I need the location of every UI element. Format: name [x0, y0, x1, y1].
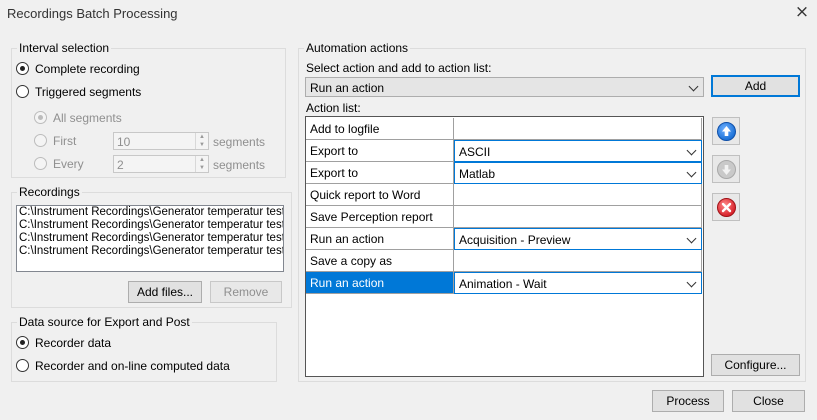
all-segments-radio[interactable] — [34, 111, 47, 124]
parameter-cell[interactable] — [454, 118, 702, 140]
remove-button[interactable]: Remove — [210, 281, 282, 303]
action-select[interactable]: Run an action — [305, 77, 704, 97]
action-cell[interactable]: Export to — [306, 140, 454, 162]
stepper-down-icon[interactable]: ▼ — [196, 164, 208, 172]
recordings-label: Recordings — [17, 185, 82, 199]
delete-action-button[interactable] — [712, 193, 740, 221]
action-cell[interactable]: Export to — [306, 162, 454, 184]
action-cell[interactable]: Save a copy as — [306, 250, 454, 272]
action-cell[interactable]: Run an action — [306, 228, 454, 250]
action-list-label: Action list: — [306, 101, 361, 115]
first-radio[interactable] — [34, 134, 47, 147]
stepper-up-icon[interactable]: ▲ — [196, 156, 208, 164]
stepper-down-icon[interactable]: ▼ — [196, 141, 208, 149]
data-source-label: Data source for Export and Post — [17, 315, 192, 329]
action-cell[interactable]: Run an action — [306, 272, 454, 294]
interval-selection-label: Interval selection — [17, 41, 112, 55]
parameter-dropdown[interactable]: Matlab — [454, 162, 702, 184]
recordings-listbox[interactable]: C:\Instrument Recordings\Generator tempe… — [16, 205, 284, 272]
chevron-down-icon[interactable] — [686, 145, 697, 156]
table-row[interactable]: Run an action Acquisition - Preview — [306, 228, 702, 250]
recorder-online-label[interactable]: Recorder and on-line computed data — [35, 359, 230, 373]
action-list-grid[interactable]: Add to logfile Export to ASCII Export to… — [305, 116, 704, 377]
parameter-cell[interactable] — [454, 250, 702, 272]
parameter-value: Animation - Wait — [459, 277, 547, 291]
parameter-dropdown[interactable]: Acquisition - Preview — [454, 228, 702, 250]
parameter-dropdown[interactable]: Animation - Wait — [454, 272, 702, 294]
recorder-data-label[interactable]: Recorder data — [35, 336, 111, 350]
arrow-down-icon — [717, 160, 736, 179]
table-row[interactable]: Export to Matlab — [306, 162, 702, 184]
chevron-down-icon[interactable] — [686, 167, 697, 178]
every-radio[interactable] — [34, 157, 47, 170]
parameter-value: Matlab — [459, 167, 496, 181]
recording-file-item[interactable]: C:\Instrument Recordings\Generator tempe… — [17, 232, 283, 245]
action-cell[interactable]: Quick report to Word — [306, 184, 454, 206]
window-title: Recordings Batch Processing — [7, 6, 178, 21]
recording-file-item[interactable]: C:\Instrument Recordings\Generator tempe… — [17, 245, 283, 258]
action-cell[interactable]: Save Perception report — [306, 206, 454, 228]
move-down-button[interactable] — [712, 155, 740, 183]
every-segments-unit: segments — [213, 158, 266, 172]
arrow-up-icon — [717, 122, 736, 141]
parameter-value: Acquisition - Preview — [459, 233, 571, 247]
process-button[interactable]: Process — [652, 390, 724, 412]
move-up-button[interactable] — [712, 117, 740, 145]
parameter-value: ASCII — [459, 145, 491, 159]
table-row[interactable]: Save Perception report — [306, 206, 702, 228]
first-segments-unit: segments — [213, 135, 266, 149]
table-row[interactable]: Add to logfile — [306, 118, 702, 140]
table-row-selected[interactable]: Run an action Animation - Wait — [306, 272, 702, 294]
complete-recording-label[interactable]: Complete recording — [35, 62, 140, 76]
automation-label: Automation actions — [304, 41, 411, 55]
triggered-segments-label[interactable]: Triggered segments — [35, 85, 141, 99]
recorder-online-radio[interactable] — [16, 359, 29, 372]
chevron-down-icon[interactable] — [686, 277, 697, 288]
parameter-cell[interactable] — [454, 206, 702, 228]
table-row[interactable]: Save a copy as — [306, 250, 702, 272]
every-count-value: 2 — [117, 158, 124, 172]
recorder-data-radio[interactable] — [16, 336, 29, 349]
action-select-value: Run an action — [310, 81, 385, 95]
add-button[interactable]: Add — [711, 75, 800, 97]
table-row[interactable]: Export to ASCII — [306, 140, 702, 162]
delete-x-icon — [717, 198, 736, 217]
first-count-value: 10 — [117, 135, 131, 149]
close-icon[interactable]: × — [793, 3, 811, 21]
data-source-group — [11, 322, 277, 382]
parameter-dropdown[interactable]: ASCII — [454, 140, 702, 162]
close-button[interactable]: Close — [732, 390, 805, 412]
first-label[interactable]: First — [53, 134, 76, 148]
complete-recording-radio[interactable] — [16, 62, 29, 75]
parameter-cell[interactable] — [454, 184, 702, 206]
all-segments-label[interactable]: All segments — [53, 111, 122, 125]
chevron-down-icon[interactable] — [686, 233, 697, 244]
recording-file-item[interactable]: C:\Instrument Recordings\Generator tempe… — [17, 206, 283, 219]
every-label[interactable]: Every — [53, 157, 84, 171]
table-row[interactable]: Quick report to Word — [306, 184, 702, 206]
every-count-stepper[interactable]: 2 ▲ ▼ — [113, 155, 209, 173]
configure-button[interactable]: Configure... — [711, 354, 800, 376]
chevron-down-icon — [688, 81, 699, 92]
stepper-up-icon[interactable]: ▲ — [196, 133, 208, 141]
action-cell[interactable]: Add to logfile — [306, 118, 454, 140]
first-count-stepper[interactable]: 10 ▲ ▼ — [113, 132, 209, 150]
recording-file-item[interactable]: C:\Instrument Recordings\Generator tempe… — [17, 219, 283, 232]
triggered-segments-radio[interactable] — [16, 85, 29, 98]
select-action-label: Select action and add to action list: — [306, 61, 492, 75]
add-files-button[interactable]: Add files... — [128, 281, 202, 303]
